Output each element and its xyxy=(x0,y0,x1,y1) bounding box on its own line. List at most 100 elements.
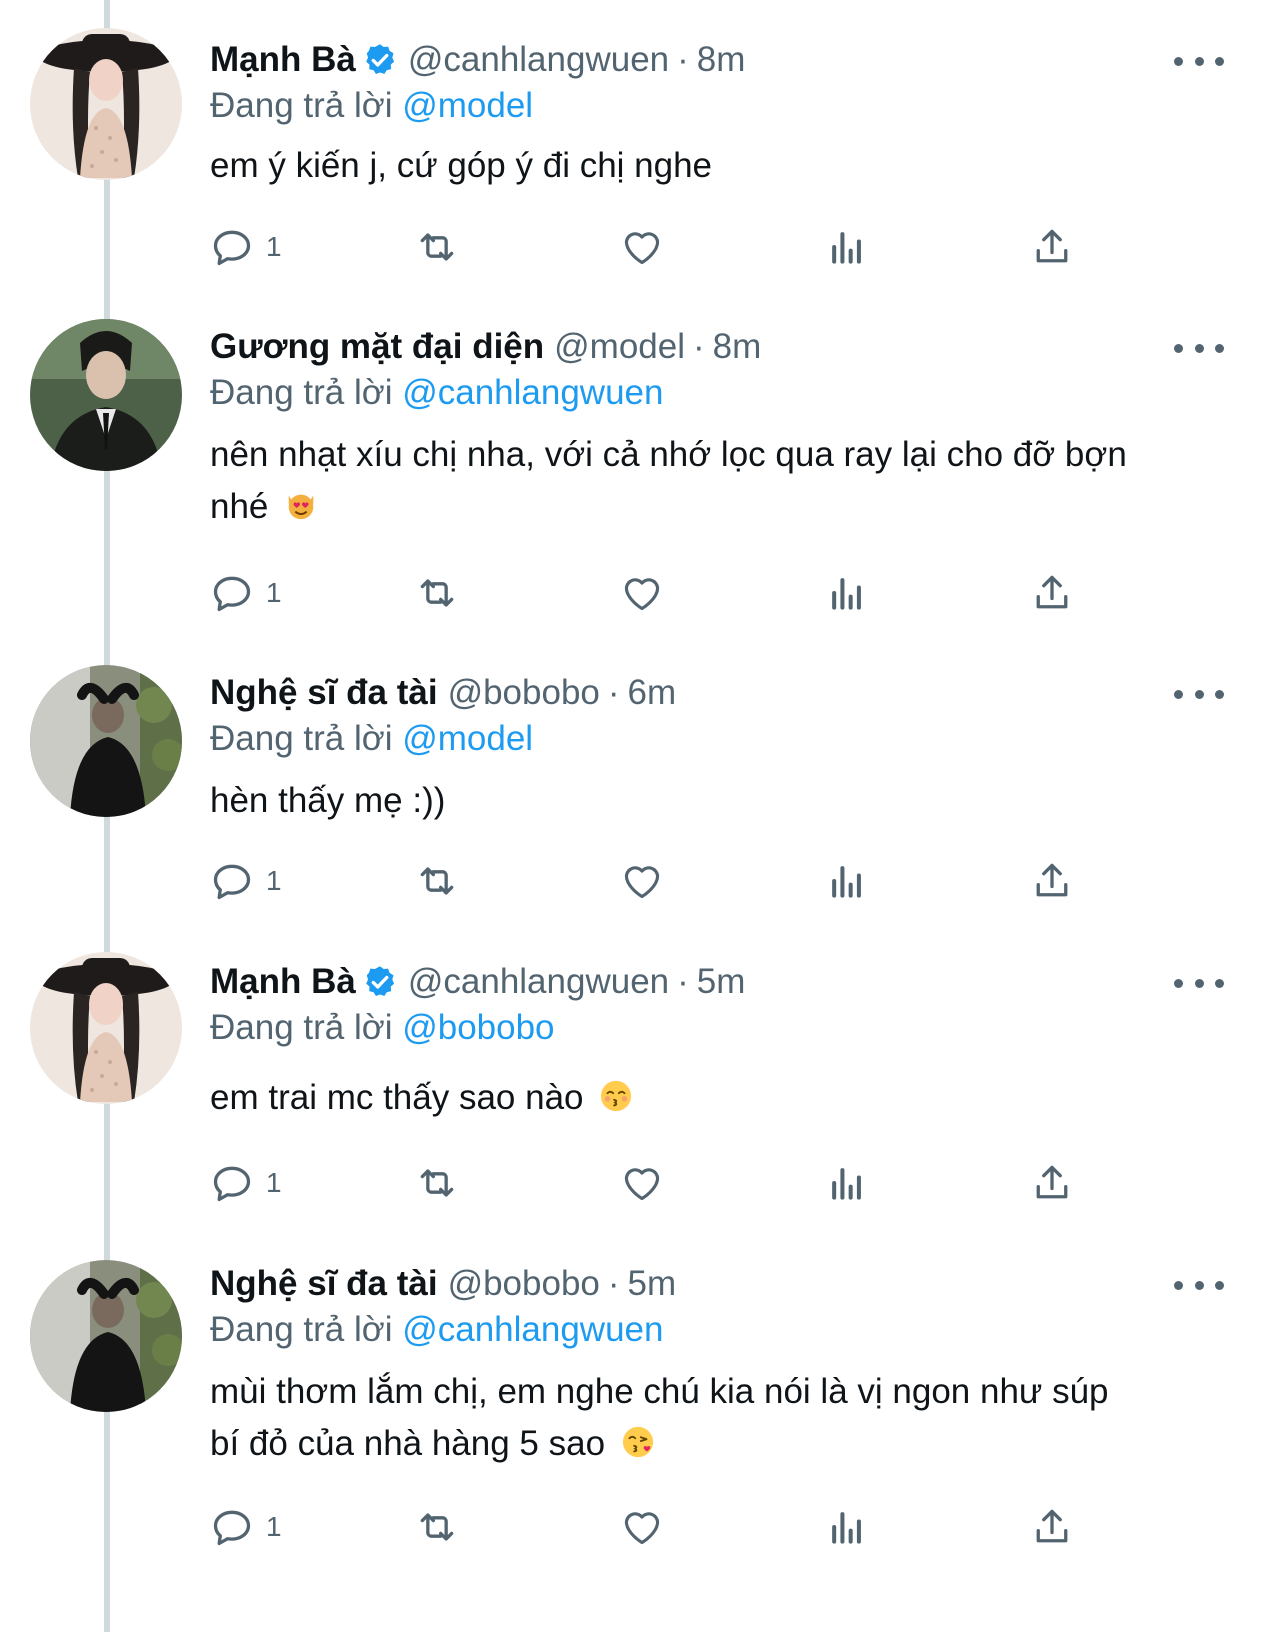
retweet-icon xyxy=(420,1513,454,1541)
analytics-button[interactable] xyxy=(825,1502,869,1552)
analytics-bars-icon xyxy=(832,578,861,610)
analytics-bars-icon xyxy=(832,1168,861,1200)
timestamp[interactable]: 8m xyxy=(697,40,746,80)
reply-button[interactable]: 1 xyxy=(210,222,282,272)
share-button[interactable] xyxy=(1030,222,1074,272)
user-handle[interactable]: @canhlangwuen xyxy=(408,40,669,80)
like-button[interactable] xyxy=(620,1158,664,1208)
tweet-actions: 1 xyxy=(210,1158,1110,1208)
tweet-actions: 1 xyxy=(210,568,1110,618)
display-name[interactable]: Nghệ sĩ đa tài xyxy=(210,673,438,713)
display-name[interactable]: Mạnh Bà xyxy=(210,40,356,80)
timestamp[interactable]: 5m xyxy=(697,962,746,1002)
tweet-text-line: mùi thơm lắm chị, em nghe chú kia nói là… xyxy=(210,1372,1109,1411)
display-name[interactable]: Nghệ sĩ đa tài xyxy=(210,1264,438,1304)
mention-link[interactable]: @model xyxy=(402,719,533,758)
replying-to: Đang trả lời @canhlangwuen xyxy=(210,373,663,413)
reply-icon xyxy=(213,1510,251,1546)
share-button[interactable] xyxy=(1030,568,1074,618)
share-icon xyxy=(1036,229,1068,263)
timestamp[interactable]: 8m xyxy=(713,327,762,367)
separator-dot: · xyxy=(607,1264,620,1303)
separator-dot: · xyxy=(607,673,620,712)
like-button[interactable] xyxy=(620,856,664,906)
analytics-button[interactable] xyxy=(825,568,869,618)
separator-dot: · xyxy=(677,40,689,79)
more-options-icon[interactable] xyxy=(1174,1270,1224,1300)
like-button[interactable] xyxy=(620,222,664,272)
user-handle[interactable]: @model xyxy=(554,327,685,367)
tweet-text: hèn thấy mẹ :)) xyxy=(210,775,1224,827)
separator-dot: · xyxy=(677,962,689,1001)
avatar[interactable] xyxy=(30,952,182,1104)
retweet-button[interactable] xyxy=(415,856,459,906)
replying-to-label: Đang trả lời xyxy=(210,86,393,125)
reply-icon xyxy=(213,576,251,612)
avatar[interactable] xyxy=(30,28,182,180)
heart-icon xyxy=(624,578,660,611)
tweet-text: mùi thơm lắm chị, em nghe chú kia nói là… xyxy=(210,1366,1224,1470)
avatar[interactable] xyxy=(30,1260,182,1412)
user-handle[interactable]: @bobobo xyxy=(448,673,600,713)
avatar-image-woman-hat xyxy=(30,28,182,180)
display-name[interactable]: Mạnh Bà xyxy=(210,962,356,1002)
reply-button[interactable]: 1 xyxy=(210,1502,282,1552)
retweet-button[interactable] xyxy=(415,222,459,272)
heart-icon xyxy=(624,1168,660,1201)
tweet-header: Mạnh Bà @canhlangwuen · 5m xyxy=(210,960,745,1004)
analytics-button[interactable] xyxy=(825,222,869,272)
retweet-button[interactable] xyxy=(415,1502,459,1552)
mention-link[interactable]: @canhlangwuen xyxy=(402,1310,663,1349)
heart-eyes-cat-emoji-icon xyxy=(288,494,314,520)
share-icon xyxy=(1036,1165,1068,1199)
analytics-button[interactable] xyxy=(825,1158,869,1208)
more-options-icon[interactable] xyxy=(1174,46,1224,76)
more-options-icon[interactable] xyxy=(1174,679,1224,709)
heart-icon xyxy=(624,1512,660,1545)
tweet-actions: 1 xyxy=(210,222,1110,272)
like-button[interactable] xyxy=(620,1502,664,1552)
tweet-text-line: em ý kiến j, cứ góp ý đi chị nghe xyxy=(210,146,713,185)
reply-icon xyxy=(213,230,251,266)
retweet-button[interactable] xyxy=(415,568,459,618)
analytics-bars-icon xyxy=(832,866,861,898)
user-handle[interactable]: @bobobo xyxy=(448,1264,600,1304)
retweet-button[interactable] xyxy=(415,1158,459,1208)
share-icon xyxy=(1036,863,1068,897)
display-name[interactable]: Gương mặt đại diện xyxy=(210,327,544,367)
avatar[interactable] xyxy=(30,319,182,471)
reply-button[interactable]: 1 xyxy=(210,568,282,618)
analytics-bars-icon xyxy=(832,232,861,264)
share-button[interactable] xyxy=(1030,1158,1074,1208)
analytics-button[interactable] xyxy=(825,856,869,906)
reply-button[interactable]: 1 xyxy=(210,856,282,906)
replying-to: Đang trả lời @bobobo xyxy=(210,1008,555,1048)
more-options-icon[interactable] xyxy=(1174,968,1224,998)
avatar-image-person-dark xyxy=(30,1260,182,1412)
analytics-bars-icon xyxy=(832,1512,861,1544)
heart-icon xyxy=(624,232,660,265)
kissing-smiling-eyes-emoji-icon xyxy=(601,1080,632,1112)
tweet-text: em trai mc thấy sao nào xyxy=(210,1072,1224,1124)
tweet-header: Nghệ sĩ đa tài @bobobo · 6m xyxy=(210,671,676,715)
user-handle[interactable]: @canhlangwuen xyxy=(408,962,669,1002)
tweet-header: Nghệ sĩ đa tài @bobobo · 5m xyxy=(210,1262,676,1306)
replying-to-label: Đang trả lời xyxy=(210,1310,393,1349)
verified-badge-icon xyxy=(366,44,394,74)
share-button[interactable] xyxy=(1030,856,1074,906)
replying-to-label: Đang trả lời xyxy=(210,1008,393,1047)
share-icon xyxy=(1036,1509,1068,1543)
avatar[interactable] xyxy=(30,665,182,817)
timestamp[interactable]: 6m xyxy=(628,673,677,713)
timestamp[interactable]: 5m xyxy=(628,1264,677,1304)
mention-link[interactable]: @bobobo xyxy=(402,1008,554,1047)
tweet-text: nên nhạt xíu chị nha, với cả nhớ lọc qua… xyxy=(210,429,1224,533)
tweet-actions: 1 xyxy=(210,856,1110,906)
reply-count: 1 xyxy=(266,577,282,608)
more-options-icon[interactable] xyxy=(1174,333,1224,363)
reply-button[interactable]: 1 xyxy=(210,1158,282,1208)
share-button[interactable] xyxy=(1030,1502,1074,1552)
mention-link[interactable]: @model xyxy=(402,86,533,125)
mention-link[interactable]: @canhlangwuen xyxy=(402,373,663,412)
like-button[interactable] xyxy=(620,568,664,618)
